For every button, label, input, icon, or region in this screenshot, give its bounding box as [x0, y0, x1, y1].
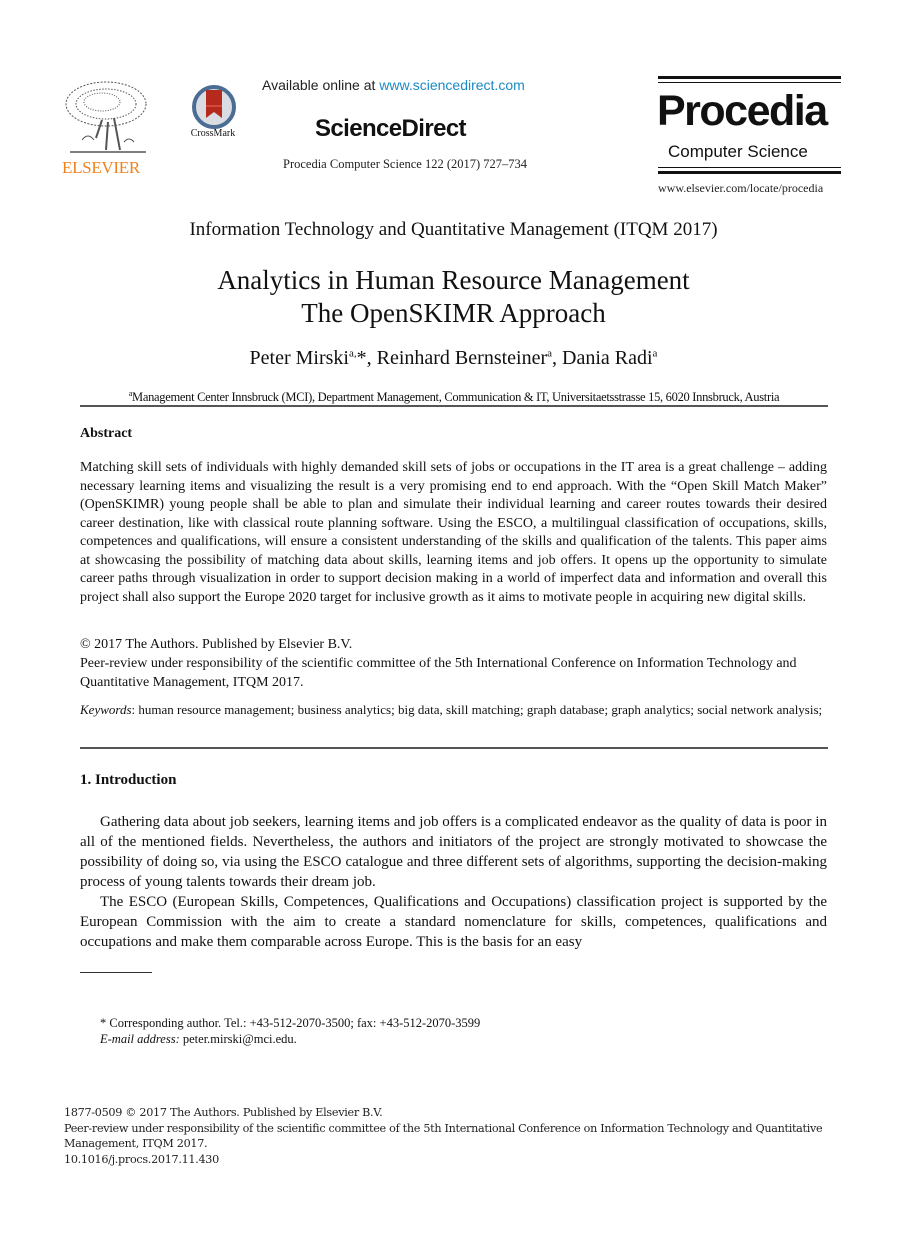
conference-name: Information Technology and Quantitative …: [189, 219, 718, 240]
keywords: Keywords: human resource management; bus…: [80, 702, 823, 717]
abstract-body: Matching skill sets of individuals with …: [80, 460, 827, 605]
elsevier-wordmark: ELSEVIER: [62, 158, 140, 177]
copyright-line: © 2017 The Authors. Published by Elsevie…: [80, 637, 353, 652]
sciencedirect-logo: ScienceDirect: [315, 115, 467, 142]
procedia-rule-bottom: [658, 171, 841, 174]
author: Dania Radia: [562, 347, 658, 369]
procedia-logo: Procedia: [657, 87, 828, 135]
author: Peter Mirskia,*,: [249, 347, 377, 369]
doi[interactable]: 10.1016/j.procs.2017.11.430: [64, 1152, 844, 1168]
affiliation-rule: [80, 405, 828, 407]
email-address[interactable]: peter.mirski@mci.edu.: [180, 1032, 297, 1046]
abstract-rule: [80, 747, 828, 749]
procedia-rule-top: [658, 76, 841, 79]
procedia-subtitle: Computer Science: [668, 142, 808, 161]
issn-line: 1877-0509 © 2017 The Authors. Published …: [64, 1106, 383, 1119]
author: Reinhard Bernsteinera,: [376, 347, 563, 369]
affiliation: aManagement Center Innsbruck (MCI), Depa…: [128, 389, 780, 405]
available-online: Available online at www.sciencedirect.co…: [262, 77, 525, 93]
journal-reference: Procedia Computer Science 122 (2017) 727…: [283, 157, 528, 171]
abstract-heading: Abstract: [80, 426, 133, 441]
procedia-rule-top-thin: [658, 82, 841, 83]
email-line: E-mail address: peter.mirski@mci.edu.: [100, 1032, 297, 1046]
paper-title-line1: Analytics in Human Resource Management: [217, 265, 690, 295]
procedia-url[interactable]: www.elsevier.com/locate/procedia: [658, 181, 823, 196]
footnote-rule: [80, 972, 152, 973]
intro-paragraph-2: The ESCO (European Skills, Competences, …: [80, 894, 827, 950]
peer-review-statement: Peer-review under responsibility of the …: [80, 656, 797, 690]
procedia-rule-bottom-thin: [658, 167, 841, 168]
available-prefix: Available online at: [262, 77, 380, 93]
paper-title-line2: The OpenSKIMR Approach: [301, 298, 606, 328]
corresponding-author: * Corresponding author. Tel.: +43-512-20…: [100, 1016, 481, 1030]
intro-paragraph-1: Gathering data about job seekers, learni…: [80, 814, 827, 890]
bottom-peer-review: Peer-review under responsibility of the …: [64, 1121, 823, 1151]
crossmark-label: CrossMark: [190, 128, 236, 139]
bottom-matter: 1877-0509 © 2017 The Authors. Published …: [64, 1105, 844, 1167]
section-heading-introduction: 1. Introduction: [80, 772, 177, 788]
sciencedirect-link[interactable]: www.sciencedirect.com: [379, 77, 525, 93]
author-list: Peter Mirskia,*, Reinhard Bernsteinera, …: [0, 347, 907, 370]
keywords-label: Keywords: [80, 702, 132, 717]
